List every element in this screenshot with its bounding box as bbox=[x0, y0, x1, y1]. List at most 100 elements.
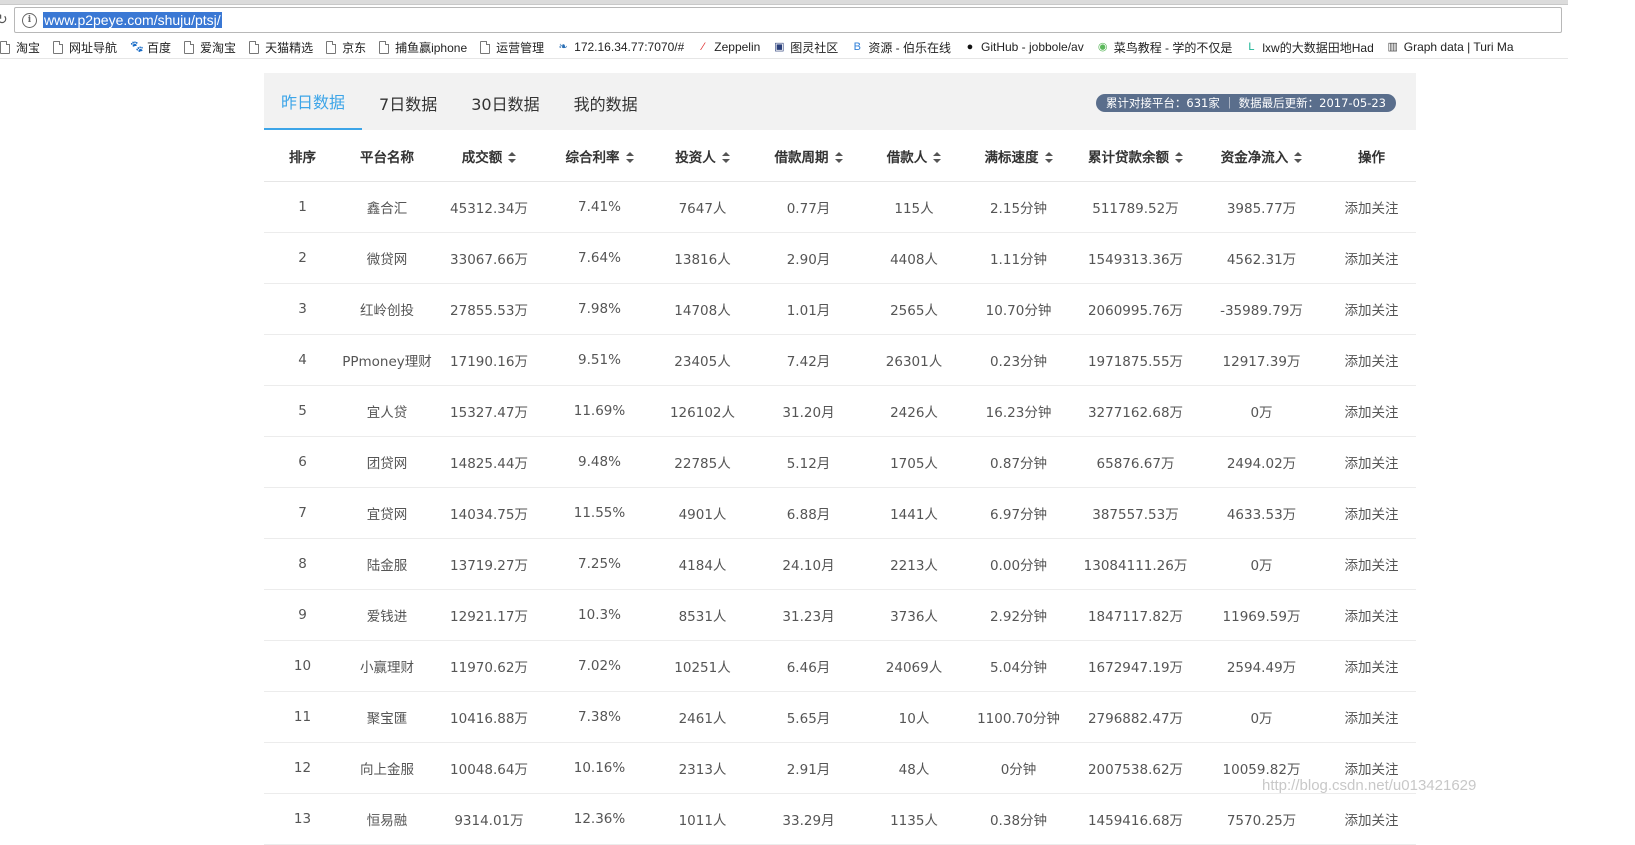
rate-cell: 10.3% bbox=[545, 589, 654, 641]
rate-cell: 7.25% bbox=[545, 538, 654, 590]
sort-icon[interactable] bbox=[1175, 152, 1183, 163]
github-icon: ● bbox=[966, 40, 974, 53]
net-inflow-cell: 0万 bbox=[1196, 538, 1327, 590]
bookmark-label: 图灵社区 bbox=[790, 40, 839, 55]
follow-button[interactable]: 添加关注 bbox=[1327, 436, 1416, 488]
rank-cell: 4 bbox=[264, 334, 341, 386]
fill-speed-cell: 1100.70分钟 bbox=[962, 691, 1075, 743]
volume-cell: 14034.75万 bbox=[433, 487, 545, 539]
column-fill-speed[interactable]: 满标速度 bbox=[962, 130, 1075, 182]
url-field[interactable]: i www.p2peye.com/shuju/ptsj/ bbox=[14, 7, 1562, 33]
bookmark-item[interactable]: Llxw的大数据田地Had bbox=[1245, 39, 1373, 56]
bookmark-item[interactable]: 京东 bbox=[326, 39, 366, 56]
volume-cell: 12921.17万 bbox=[433, 589, 545, 641]
period-cell: 6.46月 bbox=[751, 640, 866, 692]
follow-button[interactable]: 添加关注 bbox=[1327, 691, 1416, 743]
sort-icon[interactable] bbox=[721, 152, 730, 163]
platform-name-cell: 陆金服 bbox=[341, 538, 433, 590]
sort-icon[interactable] bbox=[508, 152, 517, 163]
bookmark-item[interactable]: 🐾 百度 bbox=[130, 39, 171, 56]
bookmark-item[interactable]: 爱淘宝 bbox=[184, 39, 236, 56]
period-cell: 0.77月 bbox=[751, 181, 866, 233]
bookmark-item[interactable]: 淘宝 bbox=[0, 39, 40, 56]
column-investors[interactable]: 投资人 bbox=[654, 130, 751, 182]
follow-button[interactable]: 添加关注 bbox=[1327, 181, 1416, 233]
bookmark-item[interactable]: 天猫精选 bbox=[249, 39, 313, 56]
period-cell: 31.20月 bbox=[751, 385, 866, 437]
fill-speed-cell: 0.87分钟 bbox=[962, 436, 1075, 488]
sort-icon[interactable] bbox=[933, 152, 942, 163]
book-icon: ▥ bbox=[1387, 40, 1398, 53]
tab-7-days[interactable]: 7日数据 bbox=[362, 75, 454, 130]
sort-icon[interactable] bbox=[1044, 152, 1053, 163]
bookmark-item[interactable]: ▥ Graph data | Turi Ma bbox=[1387, 40, 1514, 54]
follow-button[interactable]: 添加关注 bbox=[1327, 385, 1416, 437]
follow-button[interactable]: 添加关注 bbox=[1327, 793, 1416, 845]
sort-icon[interactable] bbox=[1294, 152, 1303, 163]
follow-button[interactable]: 添加关注 bbox=[1327, 283, 1416, 335]
reload-icon[interactable]: ↻ bbox=[0, 12, 12, 28]
stats-badge: 累计对接平台：631家 ｜ 数据最后更新：2017-05-23 bbox=[1095, 94, 1396, 112]
bookmark-item[interactable]: 运营管理 bbox=[480, 39, 544, 56]
period-cell: 31.23月 bbox=[751, 589, 866, 641]
tab-yesterday[interactable]: 昨日数据 bbox=[264, 73, 363, 130]
bookmark-item[interactable]: ⁄ Zeppelin bbox=[697, 40, 760, 54]
column-rate[interactable]: 综合利率 bbox=[545, 130, 654, 182]
url-text[interactable]: www.p2peye.com/shuju/ptsj/ bbox=[43, 12, 222, 28]
bookmarks-bar: 淘宝 网址导航 🐾 百度 爱淘宝 天猫精选 京东 捕鱼赢iphone 运营管理 ❧ 172.16.3… bbox=[0, 36, 1568, 59]
net-inflow-cell: 0万 bbox=[1196, 691, 1327, 743]
sort-icon[interactable] bbox=[834, 152, 843, 163]
table-row: 11 聚宝匯 10416.88万 7.38% 2461人 5.65月 10人 1100.70分… bbox=[264, 691, 1416, 743]
column-volume[interactable]: 成交额 bbox=[433, 130, 545, 182]
bookmark-item[interactable]: B 资源 - 伯乐在线 bbox=[851, 39, 951, 56]
tab-30-days[interactable]: 30日数据 bbox=[454, 75, 556, 130]
period-cell: 1.01月 bbox=[751, 283, 866, 335]
platform-name-cell: PPmoney理财 bbox=[341, 334, 433, 386]
fill-speed-cell: 2.92分钟 bbox=[962, 589, 1075, 641]
loan-balance-cell: 2060995.76万 bbox=[1075, 283, 1196, 335]
tab-my-data[interactable]: 我的数据 bbox=[557, 75, 655, 130]
borrowers-cell: 3736人 bbox=[866, 589, 962, 641]
sort-icon[interactable] bbox=[625, 152, 634, 163]
follow-button[interactable]: 添加关注 bbox=[1327, 334, 1416, 386]
rank-cell: 10 bbox=[264, 640, 341, 692]
page-icon bbox=[326, 40, 337, 54]
bookmark-item[interactable]: ▣ 图灵社区 bbox=[773, 39, 838, 56]
borrowers-cell: 48人 bbox=[866, 742, 962, 794]
column-action: 操作 bbox=[1327, 130, 1416, 182]
column-rank: 排序 bbox=[264, 130, 341, 182]
column-net-inflow[interactable]: 资金净流入 bbox=[1196, 130, 1327, 182]
bookmark-item[interactable]: ◉ 菜鸟教程 - 学的不仅是 bbox=[1097, 39, 1232, 56]
page-icon bbox=[249, 40, 260, 54]
info-icon[interactable]: i bbox=[22, 12, 37, 28]
bookmark-item[interactable]: ❧ 172.16.34.77:7070/# bbox=[557, 40, 685, 54]
page-icon bbox=[0, 40, 10, 54]
follow-button[interactable]: 添加关注 bbox=[1327, 589, 1416, 641]
follow-button[interactable]: 添加关注 bbox=[1327, 487, 1416, 539]
fill-speed-cell: 5.04分钟 bbox=[962, 640, 1075, 692]
rank-cell: 5 bbox=[264, 385, 341, 437]
investors-cell: 8531人 bbox=[654, 589, 751, 641]
follow-button[interactable]: 添加关注 bbox=[1327, 640, 1416, 692]
leaf-icon: ❧ bbox=[558, 40, 568, 53]
bookmark-item[interactable]: 捕鱼赢iphone bbox=[379, 39, 467, 56]
page-icon bbox=[480, 40, 491, 54]
column-loan-balance[interactable]: 累计贷款余额 bbox=[1075, 130, 1196, 182]
rate-cell: 7.98% bbox=[545, 283, 654, 335]
page-icon bbox=[53, 40, 64, 54]
bookmark-item[interactable]: 网址导航 bbox=[53, 39, 117, 56]
loan-balance-cell: 1847117.82万 bbox=[1075, 589, 1196, 641]
table-row: 8 陆金服 13719.27万 7.25% 4184人 24.10月 2213人 0.00分钟… bbox=[264, 538, 1416, 590]
borrowers-cell: 24069人 bbox=[866, 640, 962, 692]
rate-cell: 7.02% bbox=[545, 640, 654, 692]
loan-balance-cell: 1971875.55万 bbox=[1075, 334, 1196, 386]
borrowers-cell: 1135人 bbox=[866, 793, 962, 845]
follow-button[interactable]: 添加关注 bbox=[1327, 538, 1416, 590]
column-borrowers[interactable]: 借款人 bbox=[866, 130, 962, 182]
page-icon bbox=[379, 40, 390, 54]
bookmark-label: Zeppelin bbox=[714, 40, 761, 54]
column-period[interactable]: 借款周期 bbox=[751, 130, 866, 182]
bookmark-item[interactable]: ● GitHub - jobbole/av bbox=[964, 40, 1084, 54]
table-row: 7 宜贷网 14034.75万 11.55% 4901人 6.88月 1441人 6.97分钟… bbox=[264, 487, 1416, 539]
follow-button[interactable]: 添加关注 bbox=[1327, 232, 1416, 284]
